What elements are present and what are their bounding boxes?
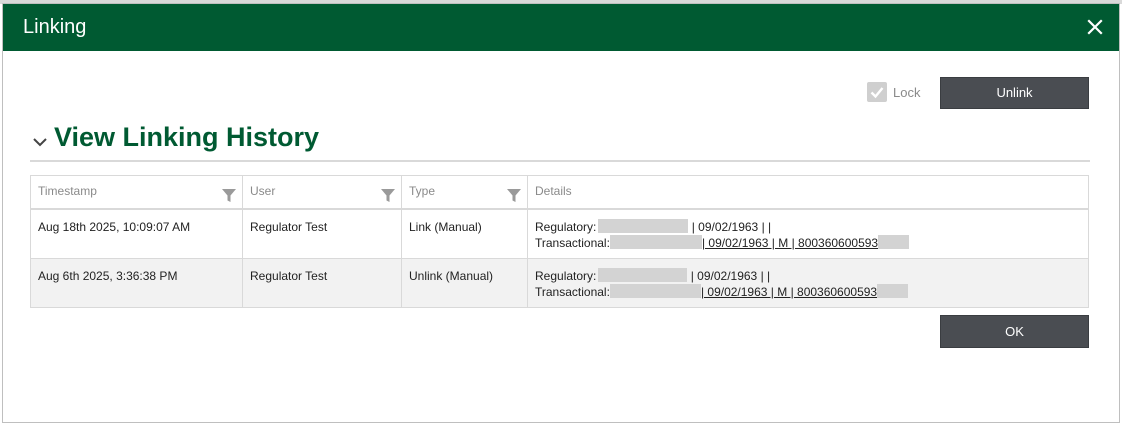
column-header-label: Details xyxy=(535,184,572,198)
ok-button[interactable]: OK xyxy=(940,315,1089,348)
column-header-label: Type xyxy=(409,184,436,198)
redacted-block xyxy=(877,284,909,298)
redacted-block xyxy=(598,268,688,282)
filter-icon[interactable] xyxy=(507,184,521,202)
details-regulatory-line: Regulatory: | 09/02/1963 | | xyxy=(535,268,1081,284)
details-regulatory-line: Regulatory: | 09/02/1963 | | xyxy=(535,219,1081,235)
table-row[interactable]: Aug 18th 2025, 10:09:07 AM Regulator Tes… xyxy=(31,210,1088,259)
details-cell: Regulatory: | 09/02/1963 | | Transaction… xyxy=(528,259,1088,307)
filter-icon[interactable] xyxy=(222,184,236,202)
transactional-label: Transactional: xyxy=(535,236,610,250)
linking-history-table: Timestamp User Type Details Aug 18th 202… xyxy=(30,175,1089,308)
timestamp-cell: Aug 18th 2025, 10:09:07 AM xyxy=(31,210,243,258)
table-header-row: Timestamp User Type Details xyxy=(31,176,1088,210)
transactional-link[interactable]: | 09/02/1963 | M | 800360600593 xyxy=(701,285,877,299)
user-cell: Regulator Test xyxy=(243,210,402,258)
section-title: View Linking History xyxy=(54,122,320,152)
redacted-block xyxy=(609,284,701,298)
lock-label: Lock xyxy=(893,84,921,100)
regulatory-label: Regulatory: xyxy=(535,220,597,234)
filter-icon[interactable] xyxy=(381,184,395,202)
dialog-titlebar: Linking xyxy=(3,4,1119,51)
details-transactional-line: Transactional: | 09/02/1963 | M | 8003606… xyxy=(535,235,1081,251)
column-header-label: Timestamp xyxy=(38,184,97,198)
redacted-block xyxy=(598,219,689,233)
unlink-button[interactable]: Unlink xyxy=(940,77,1089,109)
type-cell: Unlink (Manual) xyxy=(402,259,528,307)
transactional-link[interactable]: | 09/02/1963 | M | 800360600593 xyxy=(702,236,878,250)
view-linking-history-header: View Linking History xyxy=(30,120,1090,162)
chevron-down-icon[interactable] xyxy=(32,134,48,150)
check-icon[interactable] xyxy=(867,82,887,102)
regulatory-value: | 09/02/1963 | | xyxy=(691,220,772,234)
column-header-user: User xyxy=(243,176,402,208)
column-header-type: Type xyxy=(402,176,528,208)
type-cell: Link (Manual) xyxy=(402,210,528,258)
user-cell: Regulator Test xyxy=(243,259,402,307)
regulatory-label: Regulatory: xyxy=(535,269,597,283)
column-header-label: User xyxy=(250,184,276,198)
details-transactional-line: Transactional: | 09/02/1963 | M | 8003606… xyxy=(535,284,1081,300)
close-icon[interactable] xyxy=(1085,17,1105,37)
lock-checkbox[interactable]: Lock xyxy=(867,81,920,103)
redacted-block xyxy=(609,235,702,249)
table-row[interactable]: Aug 6th 2025, 3:36:38 PM Regulator Test … xyxy=(31,259,1088,307)
column-header-timestamp: Timestamp xyxy=(31,176,243,208)
redacted-block xyxy=(878,235,910,249)
dialog-title: Linking xyxy=(23,16,87,38)
regulatory-value: | 09/02/1963 | | xyxy=(690,269,771,283)
timestamp-cell: Aug 6th 2025, 3:36:38 PM xyxy=(31,259,243,307)
transactional-label: Transactional: xyxy=(535,285,610,299)
details-cell: Regulatory: | 09/02/1963 | | Transaction… xyxy=(528,210,1088,258)
column-header-details: Details xyxy=(528,176,1088,208)
